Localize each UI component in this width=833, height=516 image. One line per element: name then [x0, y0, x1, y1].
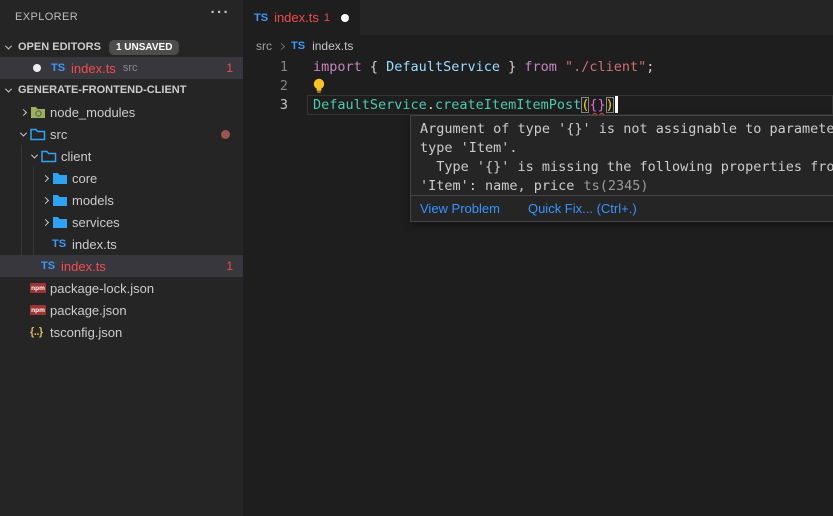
text-cursor — [615, 96, 618, 113]
workspace-folder-header[interactable]: GENERATE-FRONTEND-CLIENT — [0, 79, 243, 101]
breadcrumb-file[interactable]: index.ts — [312, 39, 353, 53]
open-editor-item-index-ts[interactable]: TS index.ts src 1 — [0, 57, 243, 79]
breadcrumb: src TS index.ts — [243, 35, 353, 57]
chevron-right-icon — [278, 42, 285, 49]
workspace-folder-label: GENERATE-FRONTEND-CLIENT — [18, 84, 186, 96]
code-line-1: 1 import { DefaultService } from "./clie… — [243, 58, 833, 77]
tree-item-client[interactable]: client — [0, 145, 243, 167]
hover-message-line: Argument of type '{}' is not assignable … — [420, 120, 833, 139]
code-line-2: 2 — [243, 77, 833, 96]
npm-icon: npm — [30, 283, 46, 293]
open-editors-label: OPEN EDITORS — [18, 41, 101, 53]
error-count-badge: 1 — [226, 61, 233, 75]
modified-dot-icon — [221, 130, 230, 139]
hover-message-line: 'Item': name, price — [420, 178, 574, 194]
folder-open-icon — [41, 150, 61, 163]
view-problem-link[interactable]: View Problem — [420, 201, 500, 216]
ts-file-icon: TS — [41, 260, 61, 272]
tree-item-src-index-ts[interactable]: TS index.ts 1 — [0, 255, 243, 277]
ts-file-icon: TS — [254, 12, 268, 24]
chevron-right-icon — [41, 174, 48, 181]
open-editor-file-path: src — [123, 62, 138, 74]
error-count-badge: 1 — [226, 259, 233, 273]
explorer-sidebar: EXPLORER ··· OPEN EDITORS 1 UNSAVED TS i… — [0, 0, 243, 516]
line-number: 1 — [243, 58, 288, 77]
tree-item-core[interactable]: core — [0, 167, 243, 189]
hover-message-line: type 'Item'. — [420, 139, 833, 158]
tab-file-name: index.ts — [274, 10, 319, 25]
dirty-dot-icon[interactable] — [341, 14, 349, 22]
folder-icon — [52, 194, 72, 207]
breadcrumb-folder[interactable]: src — [256, 39, 272, 53]
explorer-title: EXPLORER — [15, 11, 78, 23]
tree-item-models[interactable]: models — [0, 189, 243, 211]
line-number: 2 — [243, 77, 288, 96]
chevron-right-icon — [41, 196, 48, 203]
folder-node-modules-icon — [30, 106, 50, 119]
braces-icon: {..} — [30, 326, 43, 338]
tab-bar: TS index.ts 1 — [243, 0, 833, 35]
tree-item-package-json[interactable]: npm package.json — [0, 299, 243, 321]
tree-item-src[interactable]: src — [0, 123, 243, 145]
tree-item-client-index-ts[interactable]: TS index.ts — [0, 233, 243, 255]
error-hover-tooltip: Argument of type '{}' is not assignable … — [410, 115, 833, 222]
chevron-down-icon — [5, 42, 12, 49]
open-editor-file-name: index.ts — [71, 61, 116, 76]
error-squiggle-braces: {} — [589, 97, 605, 113]
tab-error-count: 1 — [324, 12, 330, 24]
folder-icon — [52, 172, 72, 185]
tree-item-tsconfig-json[interactable]: {..} tsconfig.json — [0, 321, 243, 343]
code-line-3: 3 DefaultService.createItemItemPost({}) — [243, 96, 833, 115]
lightbulb-quickfix-icon[interactable] — [312, 78, 326, 98]
chevron-down-icon — [19, 129, 26, 136]
tree-item-package-lock-json[interactable]: npm package-lock.json — [0, 277, 243, 299]
unsaved-badge: 1 UNSAVED — [109, 40, 180, 55]
dirty-dot-icon — [33, 64, 41, 72]
open-editors-header[interactable]: OPEN EDITORS 1 UNSAVED — [0, 36, 243, 58]
chevron-down-icon — [30, 151, 37, 158]
folder-icon — [52, 216, 72, 229]
ts-file-icon: TS — [52, 238, 72, 250]
tree-item-node-modules[interactable]: node_modules — [0, 101, 243, 123]
matched-paren-close: ) — [606, 97, 614, 113]
hover-message-line: Type '{}' is missing the following prope… — [420, 158, 833, 177]
folder-open-icon — [30, 128, 50, 141]
editor-pane: TS index.ts 1 src TS index.ts 1 import {… — [243, 0, 833, 516]
quick-fix-link[interactable]: Quick Fix... (Ctrl+.) — [528, 201, 637, 216]
chevron-right-icon — [41, 218, 48, 225]
ts-file-icon: TS — [291, 40, 305, 52]
ts-file-icon: TS — [51, 62, 71, 74]
hover-action-bar: View Problem Quick Fix... (Ctrl+.) — [411, 195, 833, 221]
chevron-right-icon — [19, 108, 26, 115]
line-number: 3 — [243, 96, 288, 115]
chevron-down-icon — [5, 85, 12, 92]
more-actions-icon[interactable]: ··· — [211, 4, 231, 21]
tree-item-services[interactable]: services — [0, 211, 243, 233]
tab-index-ts[interactable]: TS index.ts 1 — [243, 0, 360, 35]
diagnostic-code: ts(2345) — [583, 178, 648, 194]
npm-icon: npm — [30, 305, 46, 315]
